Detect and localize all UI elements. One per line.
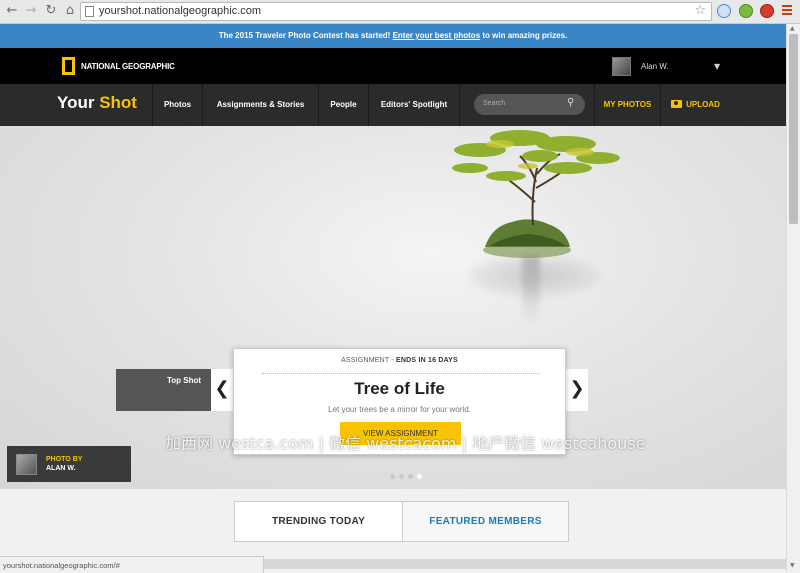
assignment-title[interactable]: Tree of Life	[234, 379, 565, 399]
home-icon[interactable]: ⌂	[62, 3, 78, 19]
watermark-text: 加西网 westca.com | 微信 westcacom | 地产微信 wes…	[165, 434, 646, 453]
slide-dot[interactable]	[399, 474, 404, 479]
address-bar[interactable]: yourshot.nationalgeographic.com ☆	[80, 2, 712, 21]
photographer-name: ALAN W.	[46, 465, 76, 472]
your-shot-nav: Your Shot Photos Assignments & Stories P…	[0, 84, 786, 126]
search-placeholder: Search	[483, 100, 506, 107]
reload-icon[interactable]: ↻	[43, 3, 59, 19]
scroll-down-icon[interactable]: ▼	[790, 562, 795, 569]
announcement-bar: The 2015 Traveler Photo Contest has star…	[0, 24, 786, 48]
tab-trending-today[interactable]: TRENDING TODAY	[235, 502, 402, 541]
extension-icon-1[interactable]	[717, 4, 731, 18]
upload-label: UPLOAD	[686, 100, 720, 109]
scroll-up-icon[interactable]: ▲	[790, 25, 795, 32]
photo-by-label: PHOTO BY	[46, 456, 83, 463]
top-shot-label: Top Shot	[167, 376, 202, 385]
slide-dot[interactable]	[390, 474, 395, 479]
nav-tab-assignments[interactable]: Assignments & Stories	[202, 84, 318, 126]
slide-dot[interactable]	[408, 474, 413, 479]
next-slide-arrow-icon[interactable]: ❯	[566, 369, 588, 411]
my-photos-link[interactable]: MY PHOTOS	[594, 84, 660, 126]
vertical-scrollbar[interactable]: ▲ ▼	[786, 24, 800, 573]
slide-dot-active[interactable]	[417, 474, 422, 479]
bookmark-star-icon[interactable]: ☆	[694, 3, 706, 18]
announcement-link[interactable]: Enter your best photos	[393, 31, 481, 40]
horizontal-scrollbar[interactable]	[264, 559, 786, 569]
url-text: yourshot.nationalgeographic.com	[99, 5, 262, 17]
scroll-thumb[interactable]	[789, 34, 798, 224]
top-shot-panel[interactable]: Top Shot	[116, 369, 212, 411]
user-menu-caret-icon[interactable]: ▼	[714, 62, 720, 71]
browser-menu-icon[interactable]	[782, 5, 792, 15]
photo-credit[interactable]: PHOTO BY ALAN W.	[7, 446, 131, 482]
section-tabs: TRENDING TODAY FEATURED MEMBERS	[234, 501, 569, 542]
page-icon	[85, 6, 94, 17]
extension-icon-2[interactable]	[739, 4, 753, 18]
nav-tab-photos[interactable]: Photos	[152, 84, 202, 126]
site-header: NATIONAL GEOGRAPHIC Alan W. ▼	[0, 48, 786, 84]
user-avatar[interactable]	[612, 57, 631, 76]
extension-icon-3[interactable]	[760, 4, 774, 18]
assignment-label: ASSIGNMENT -	[341, 357, 397, 364]
user-name[interactable]: Alan W.	[641, 62, 669, 71]
announcement-prefix: The 2015 Traveler Photo Contest has star…	[218, 31, 393, 40]
ng-logo-icon[interactable]	[62, 57, 75, 75]
status-bar: yourshot.nationalgeographic.com/#	[0, 556, 264, 573]
slide-dots	[390, 466, 440, 479]
search-icon[interactable]: ⚲	[567, 97, 574, 108]
camera-icon	[671, 100, 683, 108]
prev-slide-arrow-icon[interactable]: ❮	[211, 369, 233, 411]
forward-icon[interactable]: →	[23, 3, 39, 19]
brand-your: Your	[57, 93, 95, 112]
nav-tab-editors-spotlight[interactable]: Editors' Spotlight	[368, 84, 460, 126]
nav-tab-people[interactable]: People	[318, 84, 368, 126]
upload-button[interactable]: UPLOAD	[660, 84, 730, 126]
card-divider	[262, 373, 540, 374]
brand-shot: Shot	[99, 93, 137, 112]
assignment-deadline: ENDS IN 16 DAYS	[396, 357, 458, 364]
tab-featured-members[interactable]: FEATURED MEMBERS	[402, 502, 568, 541]
back-icon[interactable]: ←	[4, 3, 20, 19]
search-input[interactable]: Search ⚲	[474, 94, 585, 115]
announcement-suffix: to win amazing prizes.	[480, 31, 568, 40]
browser-toolbar: ← → ↻ ⌂ yourshot.nationalgeographic.com …	[0, 0, 800, 24]
assignment-subtitle: Let your trees be a mirror for your worl…	[328, 405, 471, 414]
assignment-eyebrow: ASSIGNMENT - ENDS IN 16 DAYS	[234, 357, 565, 364]
your-shot-logo[interactable]: Your Shot	[57, 93, 137, 113]
ng-logo-text[interactable]: NATIONAL GEOGRAPHIC	[81, 62, 175, 71]
photographer-avatar	[16, 454, 37, 475]
